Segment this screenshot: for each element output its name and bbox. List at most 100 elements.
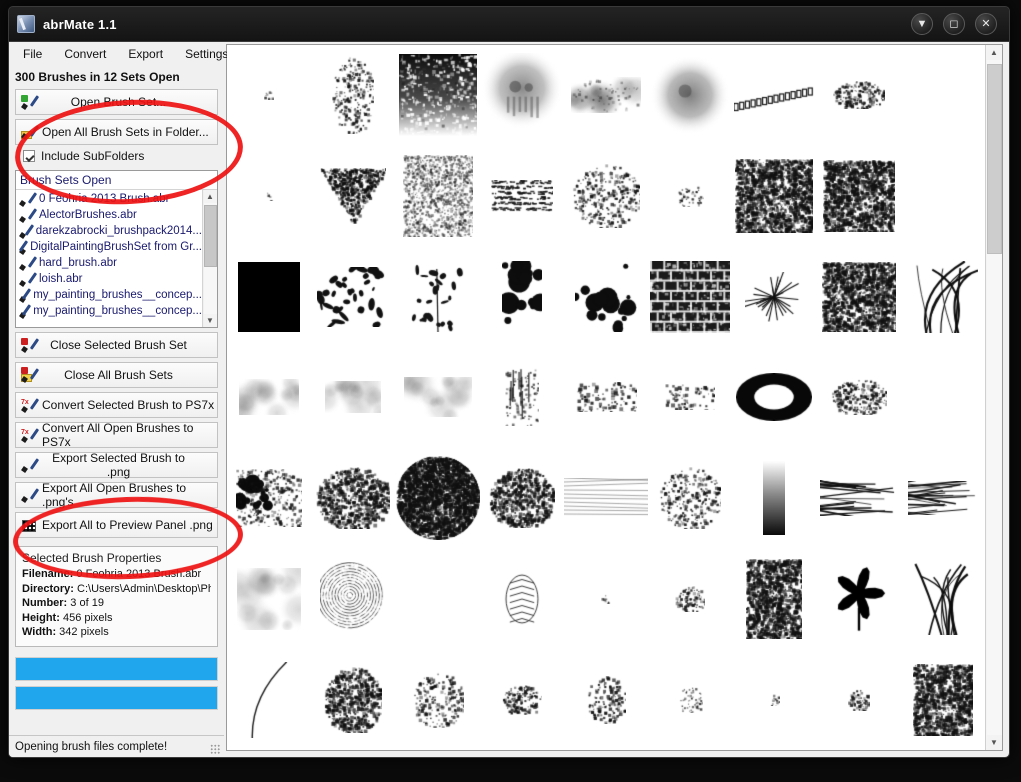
brush-thumbnail[interactable]	[901, 649, 985, 750]
brush-thumbnail[interactable]	[395, 448, 480, 549]
brush-thumbnail-grid[interactable]	[227, 45, 985, 750]
brush-thumbnail[interactable]	[817, 549, 901, 650]
open-all-in-folder-label: Open All Brush Sets in Folder...	[42, 125, 209, 139]
brush-thumbnail[interactable]	[479, 45, 564, 146]
list-item[interactable]: my_painting_brushes__concep...	[16, 303, 202, 319]
brush-thumbnail[interactable]	[817, 347, 901, 448]
menu-file[interactable]: File	[23, 47, 42, 61]
preview-scrollbar-thumb[interactable]	[986, 64, 1002, 254]
brush-thumbnail[interactable]	[732, 347, 816, 448]
brush-thumbnail[interactable]	[227, 347, 311, 448]
brush-thumbnail[interactable]	[648, 45, 732, 146]
brush-thumbnail[interactable]	[732, 448, 816, 549]
brush-thumbnail[interactable]	[227, 246, 311, 347]
brush-thumbnail[interactable]	[311, 45, 395, 146]
close-selected-brush-set-button[interactable]: Close Selected Brush Set	[15, 332, 218, 358]
close-button[interactable]: ✕	[975, 13, 997, 35]
brush-thumbnail[interactable]	[648, 549, 732, 650]
brush-thumbnail[interactable]	[648, 649, 732, 750]
brush-thumbnail[interactable]	[395, 649, 479, 750]
close-all-brush-sets-button[interactable]: Close All Brush Sets	[15, 362, 218, 388]
brush-thumbnail[interactable]	[648, 448, 732, 549]
brush-thumbnail[interactable]	[395, 146, 479, 247]
brush-thumbnail[interactable]	[311, 146, 395, 247]
brush-sets-list[interactable]: Brush Sets Open 0 Feohria 2013 Brush.abr…	[15, 170, 218, 328]
menu-settings[interactable]: Settings	[185, 47, 228, 61]
brush-thumbnail[interactable]	[564, 649, 648, 750]
brush-thumbnail[interactable]	[648, 246, 732, 347]
brush-thumbnail[interactable]	[227, 649, 311, 750]
brush-thumbnail[interactable]	[901, 549, 985, 650]
brush-thumbnail[interactable]	[564, 246, 648, 347]
convert-selected-to-ps7x-button[interactable]: 7x Convert Selected Brush to PS7x	[15, 392, 218, 418]
brush-thumbnail[interactable]	[227, 448, 311, 549]
brush-thumbnail[interactable]	[480, 448, 564, 549]
brush-thumbnail[interactable]	[648, 347, 732, 448]
scroll-down-icon[interactable]: ▼	[203, 314, 217, 327]
list-item[interactable]: my_painting_brushes__concep...	[16, 287, 202, 303]
open-brush-set-button[interactable]: Open Brush Set...	[15, 89, 218, 115]
brush-thumbnail[interactable]	[480, 649, 564, 750]
brush-thumbnail[interactable]	[564, 549, 648, 650]
brush-thumbnail[interactable]	[901, 448, 985, 549]
preview-scroll-down-icon[interactable]: ▼	[986, 735, 1002, 750]
brush-thumbnail[interactable]	[901, 246, 985, 347]
brush-thumbnail[interactable]	[817, 246, 901, 347]
brush-thumbnail[interactable]	[564, 146, 648, 247]
open-all-brush-sets-in-folder-button[interactable]: Open All Brush Sets in Folder...	[15, 119, 218, 145]
brush-thumbnail[interactable]	[817, 448, 901, 549]
brush-thumbnail[interactable]	[648, 146, 732, 247]
brush-thumbnail[interactable]	[563, 448, 648, 549]
list-item[interactable]: 0 Feohria 2013 Brush.abr	[16, 191, 202, 207]
brush-thumbnail[interactable]	[480, 549, 564, 650]
resize-grip[interactable]	[210, 744, 220, 754]
brush-thumbnail[interactable]	[311, 549, 395, 650]
brush-thumbnail[interactable]	[564, 347, 648, 448]
brush-thumbnail[interactable]	[227, 549, 311, 650]
scrollbar-track[interactable]	[203, 203, 217, 314]
preview-scrollbar-track[interactable]	[986, 60, 1002, 735]
brush-thumbnail-image-splatter-light	[585, 675, 626, 724]
list-item[interactable]: loish.abr	[16, 271, 202, 287]
brush-thumbnail[interactable]	[395, 347, 479, 448]
brush-thumbnail[interactable]	[311, 246, 395, 347]
brush-thumbnail[interactable]	[732, 649, 816, 750]
brush-thumbnail[interactable]	[732, 45, 816, 146]
scroll-up-icon[interactable]: ▲	[203, 190, 217, 203]
include-subfolders-row[interactable]: Include SubFolders	[9, 147, 224, 166]
brush-thumbnail[interactable]	[564, 45, 648, 146]
brush-thumbnail[interactable]	[732, 246, 816, 347]
brush-thumbnail[interactable]	[227, 45, 311, 146]
brush-thumbnail[interactable]	[311, 649, 395, 750]
list-item[interactable]: DigitalPaintingBrushSet from Gr...	[16, 239, 202, 255]
preview-scroll-up-icon[interactable]: ▲	[986, 45, 1002, 60]
brush-thumbnail[interactable]	[817, 649, 901, 750]
brush-thumbnail[interactable]	[395, 246, 479, 347]
export-selected-to-png-button[interactable]: Export Selected Brush to .png	[15, 451, 218, 479]
menu-export[interactable]: Export	[128, 47, 163, 61]
brush-thumbnail[interactable]	[732, 549, 816, 650]
brush-thumbnail[interactable]	[817, 45, 901, 146]
maximize-button[interactable]: ◻	[943, 13, 965, 35]
menu-convert[interactable]: Convert	[64, 47, 106, 61]
brush-thumbnail[interactable]	[311, 448, 395, 549]
scrollbar-thumb[interactable]	[203, 205, 217, 267]
list-item[interactable]: darekzabrocki_brushpack2014...	[16, 223, 202, 239]
convert-all-to-ps7x-button[interactable]: 7x Convert All Open Brushes to PS7x	[15, 421, 218, 449]
brush-thumbnail[interactable]	[732, 146, 816, 247]
list-item[interactable]: hard_brush.abr	[16, 255, 202, 271]
brush-thumbnail[interactable]	[227, 146, 311, 247]
brush-thumbnail[interactable]	[480, 246, 564, 347]
export-all-to-preview-panel-button[interactable]: Export All to Preview Panel .png	[15, 512, 218, 538]
minimize-button[interactable]: ▼	[911, 13, 933, 35]
brush-sets-scrollbar[interactable]: ▲ ▼	[202, 190, 217, 327]
brush-thumbnail[interactable]	[311, 347, 395, 448]
brush-thumbnail[interactable]	[395, 45, 479, 146]
brush-thumbnail[interactable]	[480, 347, 564, 448]
export-all-to-pngs-button[interactable]: Export All Open Brushes to .png's	[15, 481, 218, 509]
brush-thumbnail[interactable]	[817, 146, 901, 247]
list-item[interactable]: AlectorBrushes.abr	[16, 207, 202, 223]
preview-scrollbar[interactable]: ▲ ▼	[985, 45, 1002, 750]
include-subfolders-checkbox[interactable]	[23, 150, 35, 162]
brush-thumbnail[interactable]	[480, 146, 564, 247]
